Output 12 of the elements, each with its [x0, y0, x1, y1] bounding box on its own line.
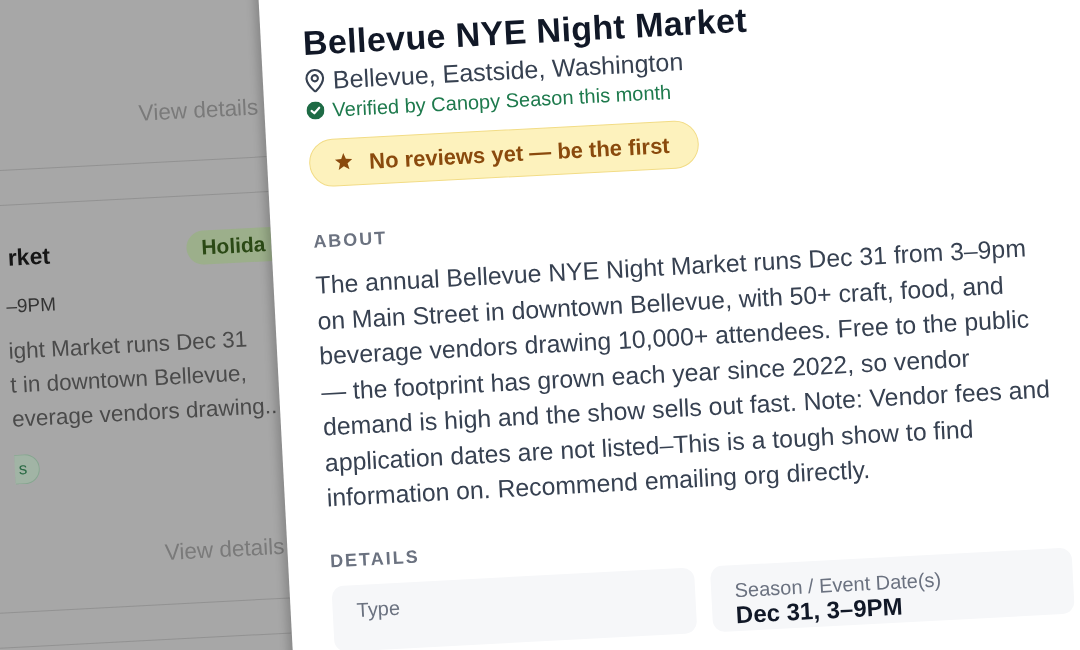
detail-label: Type [356, 595, 402, 622]
check-circle-icon [306, 101, 325, 120]
reviews-button[interactable]: No reviews yet — be the first [308, 119, 700, 188]
section-heading: ABOUT [312, 226, 388, 253]
listing-title: rket [7, 241, 51, 272]
star-icon [333, 152, 354, 172]
category-badge: Holida [185, 226, 273, 266]
location-pin-icon [304, 67, 326, 94]
section-heading: DETAILS [329, 545, 421, 572]
tag-chip: s [14, 453, 41, 485]
listing-description: ight Market runs Dec 31 t in downtown Bellevue, everage vendors drawing.. [7, 325, 278, 434]
listing-date: –9PM [5, 292, 57, 319]
